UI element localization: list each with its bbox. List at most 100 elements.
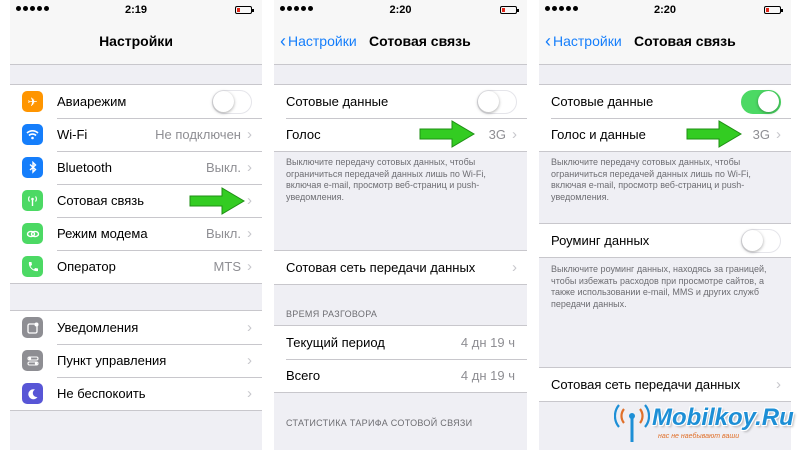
airplane-toggle[interactable] [212,89,252,114]
watermark-logo: Mobilkoy.Ru нас не наебывают ваши [614,402,794,446]
battery-icon [235,6,254,14]
row-label: Wi-Fi [57,127,88,142]
phone-icon [22,256,43,277]
chevron-right-icon: › [776,376,781,393]
chevron-right-icon: › [247,319,252,336]
cellular-data-row[interactable]: Сотовые данные [539,85,791,118]
page-title: Настройки [99,33,173,49]
stats-header: СТАТИСТИКА ТАРИФА СОТОВОЙ СВЯЗИ [286,418,473,428]
row-label: Оператор [57,259,116,274]
wifi-icon [22,124,43,145]
status-time: 2:19 [124,4,148,16]
row-label: Сотовые данные [551,94,654,109]
battery-icon [764,6,783,14]
chevron-right-icon: › [512,126,517,143]
settings-group-system: Уведомления › Пункт управления › Не бесп… [10,310,262,411]
chevron-right-icon: › [247,192,252,209]
current-period-row: Текущий период 4 дн 19 ч [274,326,527,359]
voice-data-row[interactable]: Голос и данные 3G › [539,118,791,151]
watermark-text: Mobilkoy.Ru [652,404,794,431]
page-title: Сотовая связь [634,33,736,49]
row-label: Не беспокоить [57,386,146,401]
row-label: Сотовые данные [286,94,389,109]
row-label: Авиарежим [57,94,127,109]
row-label: Пункт управления [57,353,167,368]
green-arrow-icon [686,120,742,148]
nav-bar: ‹ Настройки Сотовая связь [539,20,791,65]
cellular-group: Сотовые данные Голос и данные 3G › [539,84,791,152]
network-group: Сотовая сеть передачи данных › [274,250,527,285]
green-arrow-icon [189,187,245,215]
call-time-header: ВРЕМЯ РАЗГОВОРА [286,309,378,319]
roaming-group: Роуминг данных [539,223,791,258]
roaming-note: Выключите роуминг данных, находясь за гр… [551,264,767,309]
row-label: Всего [286,368,321,383]
settings-row-airplane[interactable]: ✈ Авиарежим [10,85,262,118]
antenna-icon [614,404,650,442]
status-time: 2:20 [389,4,412,16]
chevron-right-icon: › [247,385,252,402]
settings-row-do-not-disturb[interactable]: Не беспокоить › [10,377,262,410]
status-time: 2:20 [653,4,677,16]
chevron-left-icon: ‹ [545,31,551,51]
back-button[interactable]: ‹ Настройки [545,31,622,51]
cellular-data-row[interactable]: Сотовые данные [274,85,527,118]
hotspot-icon [22,223,43,244]
status-bar: 2:19 [10,0,262,20]
chevron-right-icon: › [247,225,252,242]
chevron-right-icon: › [247,159,252,176]
row-label: Уведомления [57,320,139,335]
settings-group-connectivity: ✈ Авиарежим Wi-Fi Не подключен › Bluetoo… [10,84,262,284]
notifications-icon [22,317,43,338]
settings-row-hotspot[interactable]: Режим модема Выкл. › [10,217,262,250]
nav-bar: ‹ Настройки Сотовая связь [274,20,527,65]
cellular-icon [22,190,43,211]
green-arrow-icon [419,120,475,148]
row-value: Выкл. [205,160,241,175]
cellular-screen-on: 2:20 ‹ Настройки Сотовая связь Сотовые да… [539,0,791,450]
roaming-toggle[interactable] [741,228,781,253]
bluetooth-icon [22,157,43,178]
back-label: Настройки [553,33,622,49]
settings-row-control-center[interactable]: Пункт управления › [10,344,262,377]
call-time-group: Текущий период 4 дн 19 ч Всего 4 дн 19 ч [274,325,527,393]
settings-row-bluetooth[interactable]: Bluetooth Выкл. › [10,151,262,184]
chevron-right-icon: › [247,258,252,275]
row-value: MTS [213,259,241,274]
network-row[interactable]: Сотовая сеть передачи данных › [274,251,527,284]
settings-row-notifications[interactable]: Уведомления › [10,311,262,344]
roaming-row[interactable]: Роуминг данных [539,224,791,257]
back-label: Настройки [288,33,357,49]
cellular-data-toggle[interactable] [741,89,781,114]
total-row: Всего 4 дн 19 ч [274,359,527,392]
row-value: 3G [752,127,770,142]
row-value: Выкл. [205,226,241,241]
cellular-data-toggle[interactable] [477,89,517,114]
settings-row-wifi[interactable]: Wi-Fi Не подключен › [10,118,262,151]
network-group: Сотовая сеть передачи данных › [539,367,791,402]
chevron-right-icon: › [512,259,517,276]
moon-icon [22,383,43,404]
row-value: 4 дн 19 ч [460,368,515,383]
nav-bar: Настройки [10,20,262,65]
airplane-icon: ✈ [22,91,43,112]
network-row[interactable]: Сотовая сеть передачи данных › [539,368,791,401]
settings-screen: 2:19 Настройки ✈ Авиарежим Wi-Fi Не подк… [10,0,262,450]
chevron-right-icon: › [247,352,252,369]
cellular-data-note: Выключите передачу сотовых данных, чтобы… [551,157,751,202]
settings-row-operator[interactable]: Оператор MTS › [10,250,262,283]
row-label: Сотовая сеть передачи данных [551,377,741,392]
row-label: Bluetooth [57,160,112,175]
watermark-subtext: нас не наебывают ваши [658,433,740,440]
chevron-right-icon: › [247,126,252,143]
row-label: Сотовая сеть передачи данных [286,260,476,275]
row-label: Режим модема [57,226,148,241]
page-title: Сотовая связь [369,33,471,49]
chevron-right-icon: › [776,126,781,143]
row-value: 3G [488,127,506,142]
back-button[interactable]: ‹ Настройки [280,32,357,50]
status-bar: 2:20 [274,0,527,20]
voice-row[interactable]: Голос 3G › [274,118,527,151]
battery-icon [500,6,519,14]
cellular-group: Сотовые данные Голос 3G › [274,84,527,152]
